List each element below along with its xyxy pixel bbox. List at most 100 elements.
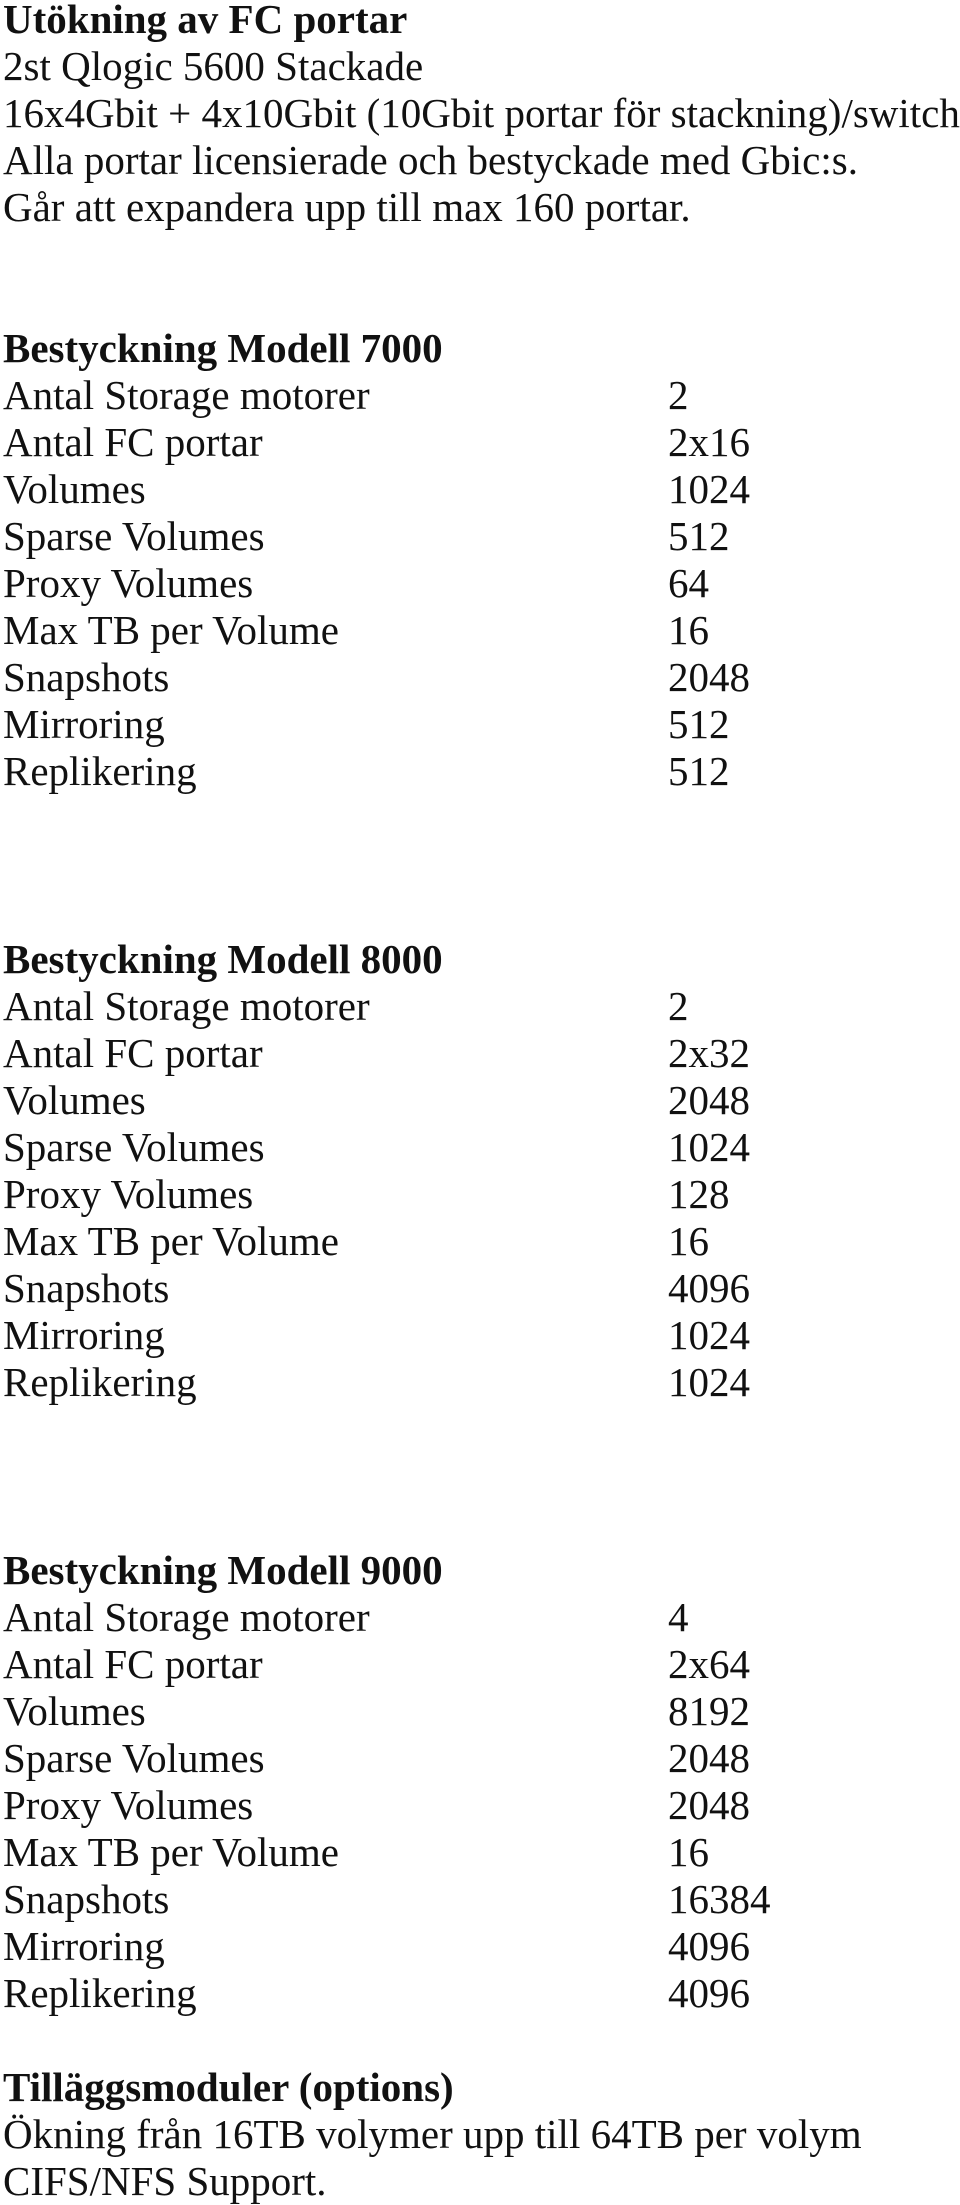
spec-value: 512 [668, 701, 730, 747]
model-9000-section: Bestyckning Modell 9000 Antal Storage mo… [3, 1547, 958, 2017]
spec-value: 4096 [668, 1970, 750, 2016]
spec-value: 1024 [668, 1312, 750, 1358]
spec-label: Sparse Volumes [3, 1735, 265, 1781]
spec-row: Volumes 1024 [3, 466, 958, 513]
intro-line: 16x4Gbit + 4x10Gbit (10Gbit portar för s… [3, 90, 960, 136]
spec-row: Snapshots 4096 [3, 1265, 958, 1312]
spec-row: Replikering 1024 [3, 1359, 958, 1406]
model-title: Bestyckning Modell 9000 [3, 1547, 443, 1593]
spec-label: Proxy Volumes [3, 1171, 254, 1217]
spec-value: 1024 [668, 466, 750, 512]
spec-row: Replikering 4096 [3, 1970, 958, 2017]
spec-row: Volumes 8192 [3, 1688, 958, 1735]
spec-row: Antal Storage motorer 2 [3, 983, 958, 1030]
options-line: CIFS/NFS Support. [3, 2158, 327, 2204]
spec-row: Proxy Volumes 128 [3, 1171, 958, 1218]
spec-label: Replikering [3, 1359, 197, 1405]
spec-value: 2 [668, 372, 689, 418]
spec-value: 4096 [668, 1265, 750, 1311]
spec-label: Replikering [3, 1970, 197, 2016]
spec-label: Max TB per Volume [3, 1218, 339, 1264]
spec-label: Proxy Volumes [3, 1782, 254, 1828]
spec-value: 2048 [668, 654, 750, 700]
options-title: Tilläggsmoduler (options) [3, 2064, 454, 2110]
spec-value: 2 [668, 983, 689, 1029]
spec-row: Mirroring 4096 [3, 1923, 958, 1970]
spec-row: Max TB per Volume 16 [3, 607, 958, 654]
spec-row: Sparse Volumes 1024 [3, 1124, 958, 1171]
options-section: Tilläggsmoduler (options) Ökning från 16… [3, 2064, 958, 2205]
spec-value: 2x32 [668, 1030, 750, 1076]
model-8000-section: Bestyckning Modell 8000 Antal Storage mo… [3, 936, 958, 1406]
spec-row: Replikering 512 [3, 748, 958, 795]
spec-value: 512 [668, 748, 730, 794]
spec-value: 512 [668, 513, 730, 559]
spec-value: 2048 [668, 1782, 750, 1828]
spec-row: Volumes 2048 [3, 1077, 958, 1124]
spec-value: 16 [668, 607, 709, 653]
spec-label: Snapshots [3, 1265, 170, 1311]
spec-row: Max TB per Volume 16 [3, 1829, 958, 1876]
spec-row: Mirroring 512 [3, 701, 958, 748]
spec-value: 2x16 [668, 419, 750, 465]
spec-label: Sparse Volumes [3, 1124, 265, 1170]
spec-label: Mirroring [3, 1923, 165, 1969]
spec-row: Sparse Volumes 512 [3, 513, 958, 560]
intro-section: Utökning av FC portar 2st Qlogic 5600 St… [3, 0, 960, 231]
spec-value: 4 [668, 1594, 689, 1640]
document: Utökning av FC portar 2st Qlogic 5600 St… [3, 0, 960, 2205]
spec-label: Volumes [3, 1077, 146, 1123]
intro-line: Alla portar licensierade och bestyckade … [3, 137, 858, 183]
spec-label: Replikering [3, 748, 197, 794]
model-title: Bestyckning Modell 7000 [3, 325, 443, 371]
spec-value: 64 [668, 560, 709, 606]
spec-value: 2048 [668, 1735, 750, 1781]
spec-row: Max TB per Volume 16 [3, 1218, 958, 1265]
spec-row: Sparse Volumes 2048 [3, 1735, 958, 1782]
spec-row: Proxy Volumes 64 [3, 560, 958, 607]
spec-label: Antal Storage motorer [3, 372, 370, 418]
spec-label: Mirroring [3, 701, 165, 747]
spec-label: Proxy Volumes [3, 560, 254, 606]
spec-row: Antal Storage motorer 2 [3, 372, 958, 419]
spec-label: Antal FC portar [3, 1641, 263, 1687]
model-title: Bestyckning Modell 8000 [3, 936, 443, 982]
spec-value: 16 [668, 1829, 709, 1875]
spec-value: 128 [668, 1171, 730, 1217]
spec-label: Mirroring [3, 1312, 165, 1358]
spec-value: 16384 [668, 1876, 771, 1922]
spec-row: Antal FC portar 2x64 [3, 1641, 958, 1688]
spec-label: Snapshots [3, 1876, 170, 1922]
spec-row: Proxy Volumes 2048 [3, 1782, 958, 1829]
spec-label: Antal Storage motorer [3, 1594, 370, 1640]
spec-label: Volumes [3, 466, 146, 512]
spec-value: 1024 [668, 1124, 750, 1170]
spec-row: Antal FC portar 2x32 [3, 1030, 958, 1077]
spec-label: Max TB per Volume [3, 607, 339, 653]
intro-line: Går att expandera upp till max 160 porta… [3, 184, 691, 230]
spec-row: Snapshots 16384 [3, 1876, 958, 1923]
spec-row: Snapshots 2048 [3, 654, 958, 701]
spec-label: Max TB per Volume [3, 1829, 339, 1875]
spec-value: 8192 [668, 1688, 750, 1734]
spec-row: Antal Storage motorer 4 [3, 1594, 958, 1641]
spec-value: 1024 [668, 1359, 750, 1405]
spec-value: 4096 [668, 1923, 750, 1969]
spec-label: Volumes [3, 1688, 146, 1734]
spec-label: Antal Storage motorer [3, 983, 370, 1029]
spec-label: Sparse Volumes [3, 513, 265, 559]
spec-value: 2x64 [668, 1641, 750, 1687]
model-7000-section: Bestyckning Modell 7000 Antal Storage mo… [3, 325, 958, 795]
spec-label: Snapshots [3, 654, 170, 700]
spec-row: Mirroring 1024 [3, 1312, 958, 1359]
spec-row: Antal FC portar 2x16 [3, 419, 958, 466]
